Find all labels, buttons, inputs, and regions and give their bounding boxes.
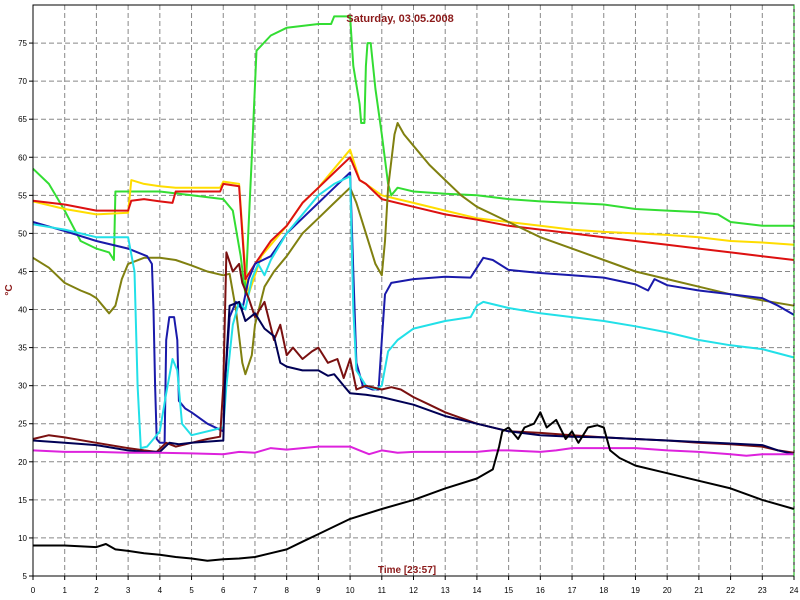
x-tick-label: 10 [346, 586, 355, 595]
x-tick-label: 19 [631, 586, 640, 595]
y-tick-label: 25 [18, 420, 27, 429]
x-tick-label: 15 [504, 586, 513, 595]
y-tick-label: 65 [18, 115, 27, 124]
x-tick-label: 4 [158, 586, 163, 595]
x-tick-label: 7 [253, 586, 258, 595]
x-tick-label: 6 [221, 586, 226, 595]
y-tick-label: 60 [18, 153, 27, 162]
y-tick-label: 20 [18, 458, 27, 467]
y-tick-label: 40 [18, 306, 27, 315]
x-tick-label: 20 [663, 586, 672, 595]
y-tick-label: 15 [18, 496, 27, 505]
x-tick-label: 22 [726, 586, 735, 595]
x-tick-label: 2 [94, 586, 99, 595]
x-tick-label: 9 [316, 586, 321, 595]
y-tick-label: 50 [18, 229, 27, 238]
temperature-chart: 0 1 2 3 4 5 6 7 8 9 10 11 12 13 14 15 16 17 18 19 20 21 22 23 24… [0, 0, 800, 600]
x-tick-label: 0 [31, 586, 36, 595]
x-axis-label: Time [23:57] [378, 565, 436, 576]
chart-title: Saturday, 03.05.2008 [346, 13, 453, 25]
y-axis-label: °C [4, 284, 15, 295]
x-tick-label: 14 [472, 586, 481, 595]
x-tick-label: 16 [536, 586, 545, 595]
x-tick-label: 24 [790, 586, 799, 595]
x-tick-label: 11 [378, 586, 387, 595]
x-tick-label: 12 [409, 586, 418, 595]
x-tick-label: 17 [568, 586, 577, 595]
x-tick-label: 18 [599, 586, 608, 595]
x-tick-label: 8 [284, 586, 289, 595]
y-tick-label: 35 [18, 344, 27, 353]
y-tick-label: 5 [23, 572, 28, 581]
y-tick-label: 75 [18, 39, 27, 48]
x-tick-label: 23 [758, 586, 767, 595]
y-tick-label: 45 [18, 267, 27, 276]
y-tick-label: 10 [18, 534, 27, 543]
x-tick-label: 21 [694, 586, 703, 595]
y-tick-label: 30 [18, 382, 27, 391]
x-tick-label: 1 [62, 586, 67, 595]
x-tick-label: 13 [441, 586, 450, 595]
x-tick-label: 5 [189, 586, 194, 595]
x-tick-label: 3 [126, 586, 131, 595]
chart-background [0, 0, 800, 600]
y-tick-label: 55 [18, 191, 27, 200]
y-tick-label: 70 [18, 77, 27, 86]
